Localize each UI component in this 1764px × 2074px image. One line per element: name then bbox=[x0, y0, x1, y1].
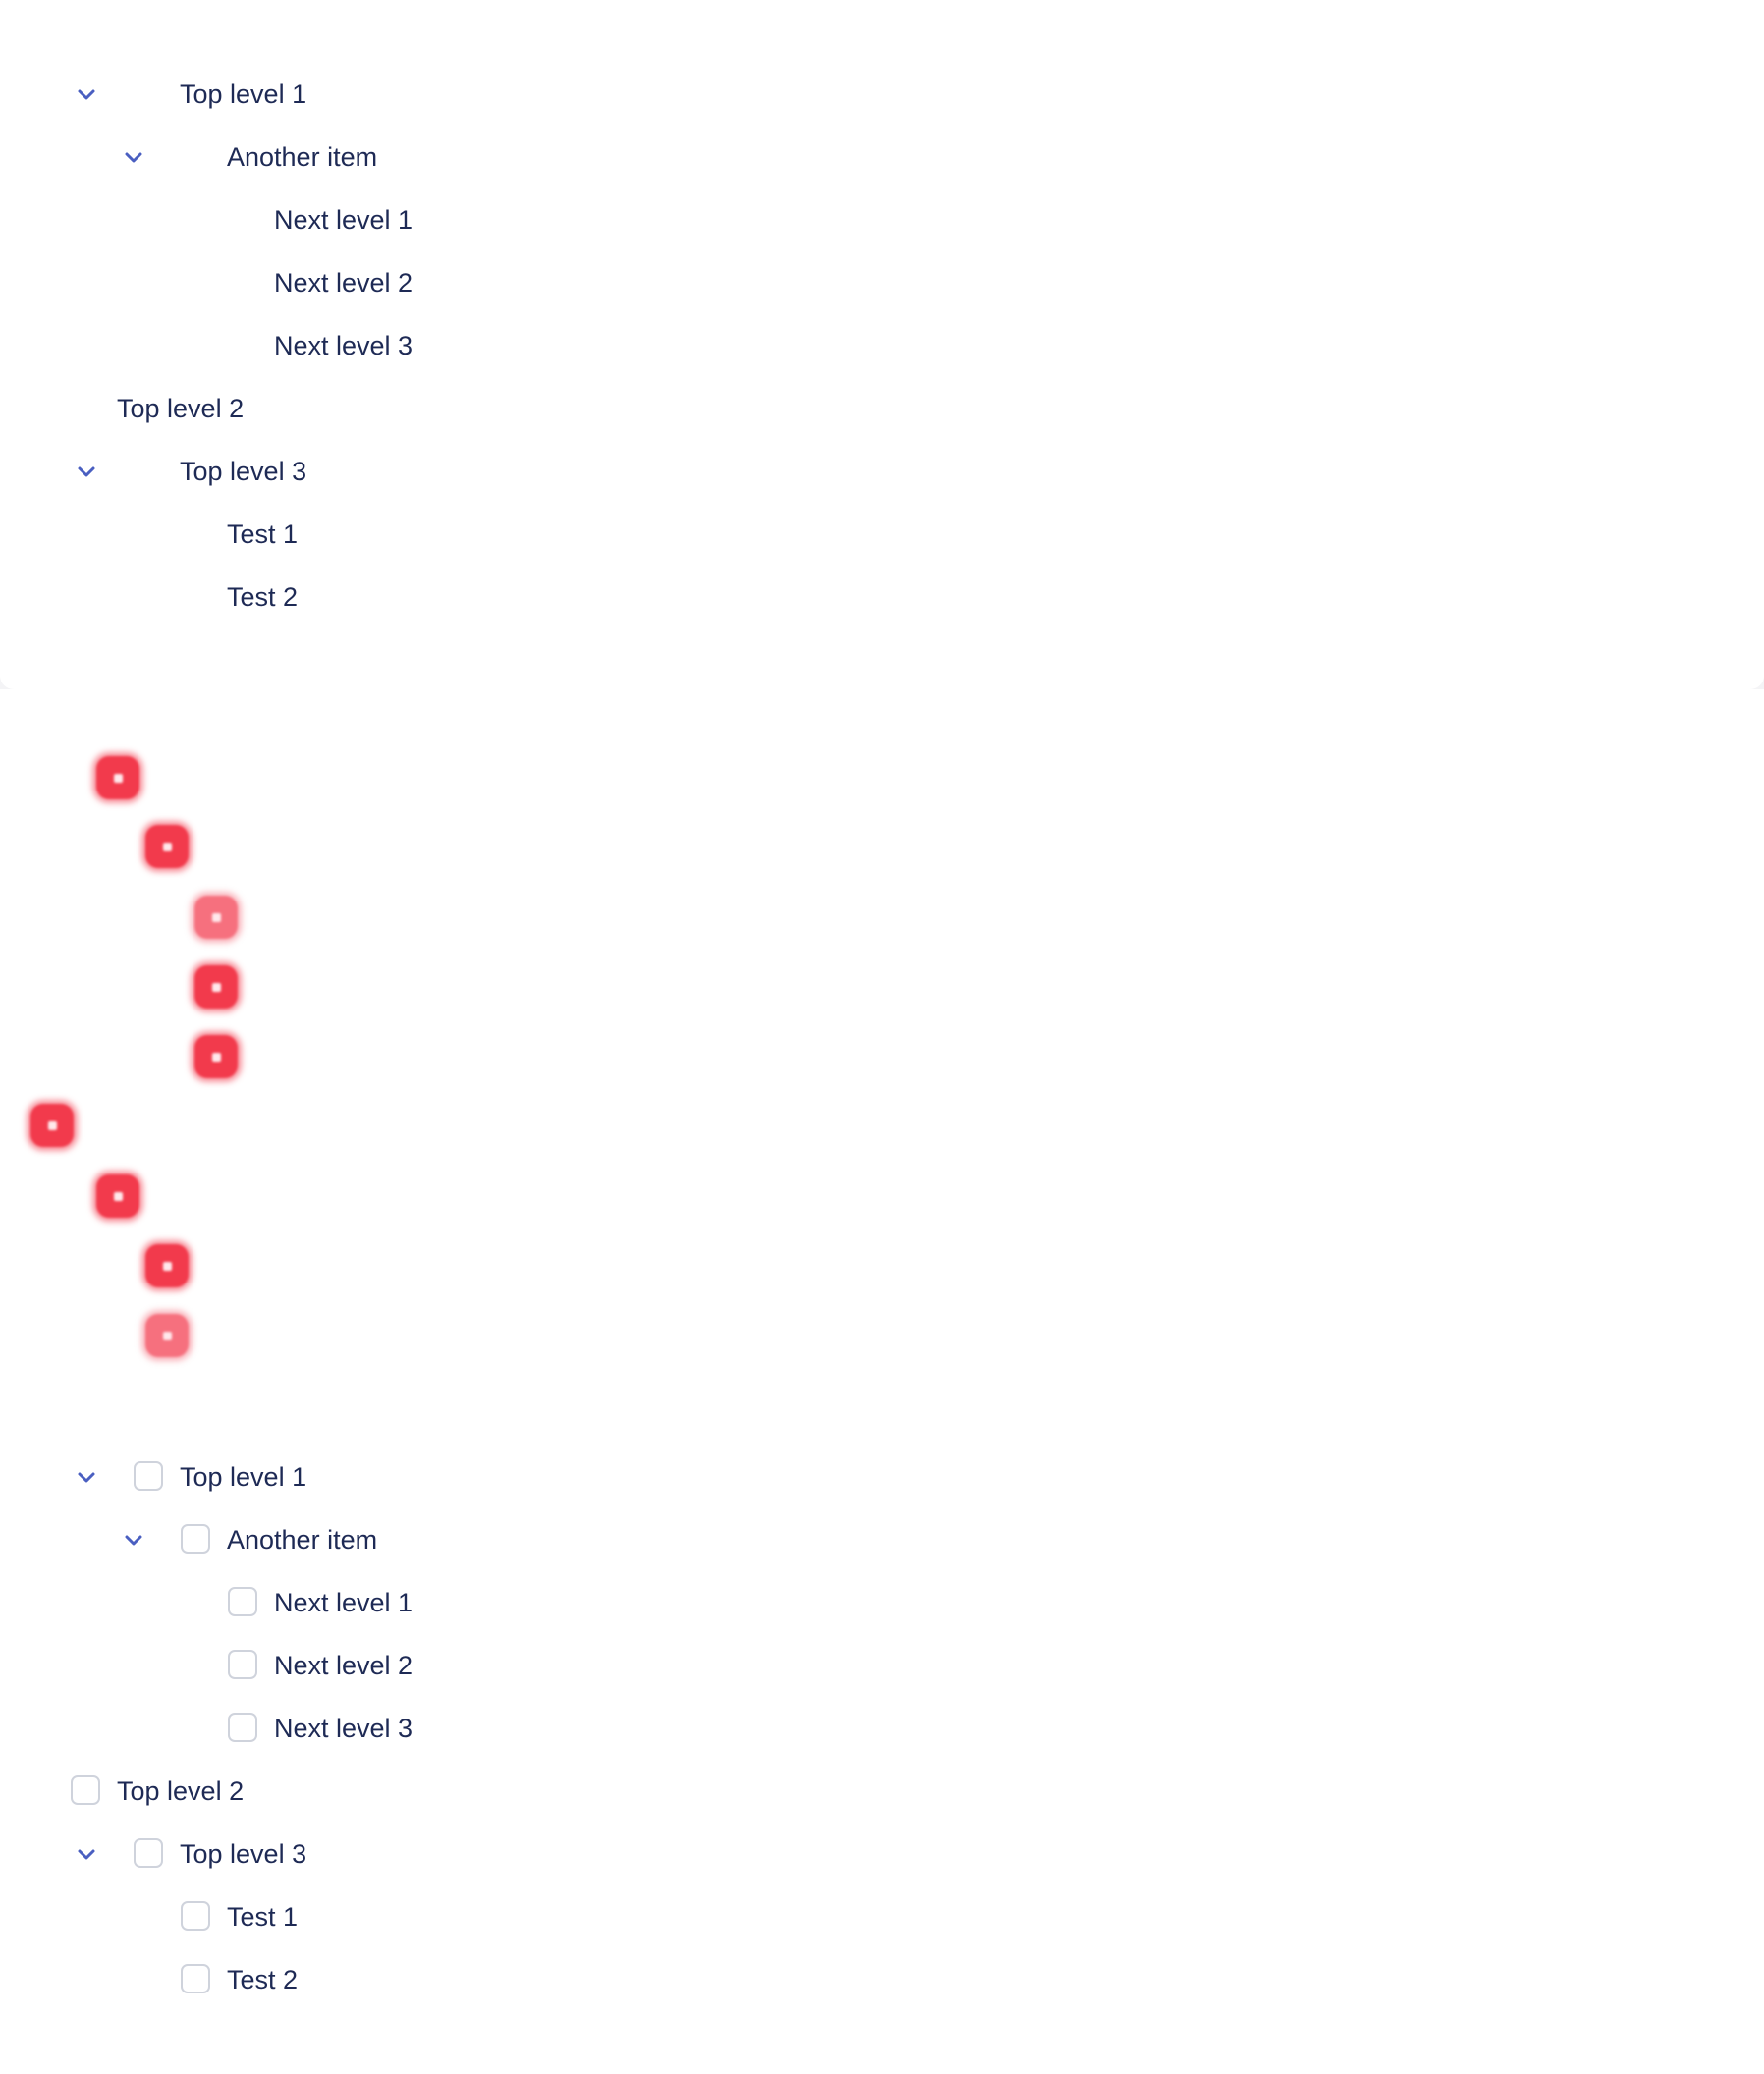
tree-item-label: Another item bbox=[227, 1525, 378, 1555]
red-marker-icon bbox=[145, 1244, 189, 1287]
tree-item-label: Test 2 bbox=[227, 582, 299, 612]
tree-item-checkbox[interactable] bbox=[181, 1964, 210, 1993]
tree-item-label: Test 1 bbox=[227, 519, 299, 549]
tree-item-label: Top level 1 bbox=[180, 1462, 307, 1492]
tree-item-label: Top level 1 bbox=[180, 80, 307, 109]
tree-item-checkbox[interactable] bbox=[134, 1461, 163, 1491]
red-marker-icon bbox=[96, 756, 139, 799]
red-marker-icon bbox=[96, 1174, 139, 1218]
red-marker-icon bbox=[30, 1104, 74, 1147]
tree-item-label: Top level 3 bbox=[180, 1839, 307, 1869]
chevron-down-icon[interactable] bbox=[73, 81, 100, 108]
tree-item-label: Top level 2 bbox=[117, 394, 245, 423]
red-marker-icon bbox=[145, 825, 189, 868]
chevron-down-icon[interactable] bbox=[120, 143, 147, 171]
tree-item-checkbox[interactable] bbox=[181, 1524, 210, 1554]
tree-item-label: Test 1 bbox=[227, 1902, 299, 1932]
page: Top level 1 Another item Next level 1 Ne… bbox=[0, 0, 1764, 2074]
red-marker-icon bbox=[194, 1035, 238, 1078]
tree-item-label: Next level 2 bbox=[274, 1651, 413, 1680]
chevron-down-icon[interactable] bbox=[73, 1463, 100, 1491]
chevron-down-icon[interactable] bbox=[73, 1840, 100, 1868]
tree-item-label: Another item bbox=[227, 142, 378, 172]
tree-item-checkbox[interactable] bbox=[181, 1901, 210, 1931]
tree-item-label: Next level 3 bbox=[274, 1714, 413, 1743]
red-marker-icon bbox=[145, 1314, 189, 1357]
tree-panel-checkbox: Top level 1 Another item Next level 1 Ne… bbox=[0, 689, 1764, 2074]
red-marker-icon bbox=[194, 965, 238, 1009]
tree-item-label: Next level 3 bbox=[274, 331, 413, 360]
tree-item-label: Next level 1 bbox=[274, 205, 413, 235]
tree-item-checkbox[interactable] bbox=[134, 1838, 163, 1868]
tree-item-label: Next level 1 bbox=[274, 1588, 413, 1617]
red-marker-icon bbox=[194, 896, 238, 939]
chevron-down-icon[interactable] bbox=[120, 1526, 147, 1554]
tree-item-checkbox[interactable] bbox=[228, 1650, 257, 1679]
tree-item-checkbox[interactable] bbox=[228, 1587, 257, 1616]
tree-item-label: Test 2 bbox=[227, 1965, 299, 1994]
tree-item-checkbox[interactable] bbox=[228, 1713, 257, 1742]
chevron-down-icon[interactable] bbox=[73, 458, 100, 485]
tree-item-label: Next level 2 bbox=[274, 268, 413, 298]
tree-item-checkbox[interactable] bbox=[71, 1775, 100, 1805]
tree-item-label: Top level 2 bbox=[117, 1776, 245, 1806]
tree-panel-plain: Top level 1 Another item Next level 1 Ne… bbox=[0, 0, 1764, 689]
tree-item-label: Top level 3 bbox=[180, 457, 307, 486]
